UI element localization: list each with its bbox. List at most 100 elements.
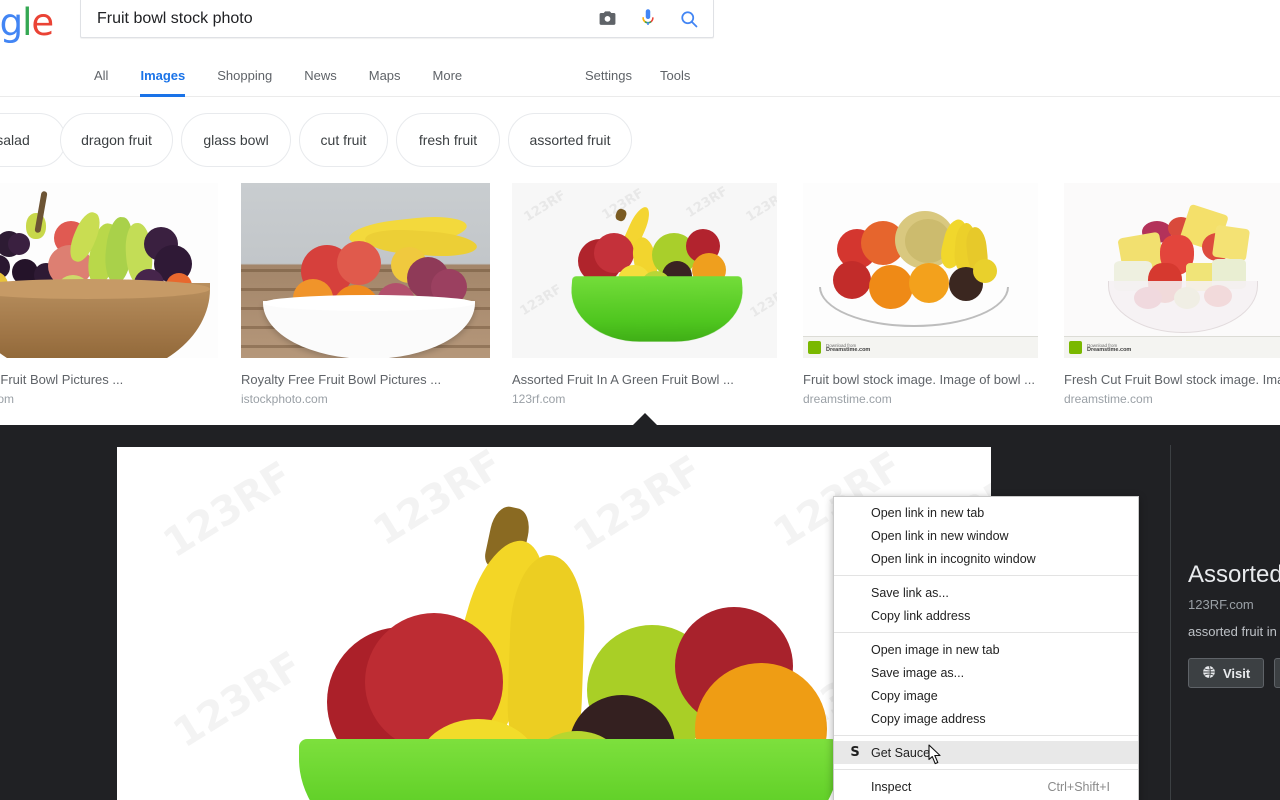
fruit-shape <box>614 207 628 223</box>
result-thumbnail[interactable]: Download from Dreamstime.com <box>803 183 1038 358</box>
result-thumbnail[interactable] <box>0 183 218 358</box>
search-input[interactable] <box>97 0 587 37</box>
chip-glass-bowl[interactable]: glass bowl <box>181 113 291 167</box>
dreamstime-logo <box>808 341 821 354</box>
menu-item-copy-link-address[interactable]: Copy link address <box>834 604 1138 627</box>
tab-settings[interactable]: Settings <box>585 56 632 97</box>
menu-item-label: Get Sauce <box>871 745 931 760</box>
image-title: Assorted <box>1188 561 1280 588</box>
image-result-2[interactable]: Royalty Free Fruit Bowl Pictures ... isto… <box>241 183 490 407</box>
chip-cut-fruit[interactable]: cut fruit <box>299 113 388 167</box>
result-thumbnail[interactable]: Download from Dreamstime.com <box>1064 183 1280 358</box>
tab-images[interactable]: Images <box>140 56 201 97</box>
fruit-shape <box>973 259 997 283</box>
menu-item-open-link-in-new-tab[interactable]: Open link in new tab <box>834 501 1138 524</box>
menu-item-label: Copy image address <box>871 711 986 726</box>
menu-item-get-sauce[interactable]: S Get Sauce <box>834 741 1138 764</box>
result-title: Fresh Cut Fruit Bowl stock image. Imag <box>1064 372 1280 387</box>
menu-item-label: Open link in incognito window <box>871 551 1036 566</box>
nav-primary: All Images Shopping News Maps More <box>94 56 494 97</box>
fruit-shape <box>8 233 30 255</box>
result-source: istockphoto.com <box>241 392 328 406</box>
logo-letter-2: l <box>22 1 32 44</box>
page-header: ogle <box>0 0 1280 97</box>
watermark: 123RF <box>743 187 777 226</box>
camera-icon[interactable] <box>598 9 617 28</box>
chip-assorted-fruit[interactable]: assorted fruit <box>508 113 632 167</box>
dreamstime-text: Download from Dreamstime.com <box>1087 342 1132 353</box>
dreamstime-watermark-bar: Download from Dreamstime.com <box>1064 336 1280 358</box>
image-results-grid: ree Fruit Bowl Pictures ... to.com Royalty… <box>0 183 1280 423</box>
dreamstime-watermark-bar: Download from Dreamstime.com <box>803 336 1038 358</box>
tab-more[interactable]: More <box>433 56 479 97</box>
logo-letter-1: g <box>0 1 23 44</box>
result-source: dreamstime.com <box>1064 392 1153 406</box>
menu-item-inspect[interactable]: Inspect Ctrl+Shift+I <box>834 775 1138 798</box>
chip-dragon-fruit[interactable]: dragon fruit <box>60 113 173 167</box>
watermark: 123RF <box>521 187 569 226</box>
image-result-4[interactable]: Download from Dreamstime.com Fruit bowl st… <box>803 183 1038 407</box>
menu-item-label: Open image in new tab <box>871 642 1000 657</box>
menu-item-copy-image[interactable]: Copy image <box>834 684 1138 707</box>
menu-item-copy-image-address[interactable]: Copy image address <box>834 707 1138 730</box>
green-bowl <box>567 276 747 342</box>
logo-letter-3: e <box>31 1 54 44</box>
result-source: dreamstime.com <box>803 392 892 406</box>
menu-item-label: Copy image <box>871 688 938 703</box>
google-logo[interactable]: ogle <box>0 2 78 44</box>
tab-maps[interactable]: Maps <box>369 56 417 97</box>
result-source: to.com <box>0 392 15 406</box>
menu-item-shortcut: Ctrl+Shift+I <box>1047 779 1110 794</box>
search-icon[interactable] <box>679 9 699 29</box>
image-result-5[interactable]: Download from Dreamstime.com Fresh Cut Fru… <box>1064 183 1280 407</box>
visit-button[interactable]: Visit <box>1188 658 1265 688</box>
menu-item-label: Open link in new tab <box>871 505 985 520</box>
visit-label: Visit <box>1223 665 1251 681</box>
menu-item-label: Inspect <box>871 779 912 794</box>
menu-item-open-link-in-incognito-window[interactable]: Open link in incognito window <box>834 547 1138 570</box>
tab-tools[interactable]: Tools <box>660 56 690 97</box>
menu-item-label: Open link in new window <box>871 528 1009 543</box>
result-title: Royalty Free Fruit Bowl Pictures ... <box>241 372 442 387</box>
search-bar[interactable] <box>80 0 714 38</box>
image-result-3[interactable]: 123RF123RF123RF123RF123RF123RF123RF123RF… <box>512 183 777 407</box>
result-title: Assorted Fruit In A Green Fruit Bowl ... <box>512 372 734 387</box>
menu-item-open-image-in-new-tab[interactable]: Open image in new tab <box>834 638 1138 661</box>
result-title: ree Fruit Bowl Pictures ... <box>0 372 124 387</box>
dreamstime-logo <box>1069 341 1082 354</box>
watermark: 123RF <box>747 283 777 322</box>
tab-shopping[interactable]: Shopping <box>217 56 288 97</box>
image-description: assorted fruit in <box>1188 624 1277 639</box>
menu-separator <box>834 735 1138 736</box>
nav-secondary: Settings Tools <box>585 56 718 97</box>
navigation-tabs: All Images Shopping News Maps More Settings To… <box>0 56 1280 97</box>
menu-separator <box>834 769 1138 770</box>
viewer-vertical-divider <box>1170 445 1171 800</box>
menu-separator <box>834 575 1138 576</box>
viewer-pointer-arrow <box>633 413 657 425</box>
menu-item-save-link-as[interactable]: Save link as... <box>834 581 1138 604</box>
watermark: 123RF <box>155 452 301 568</box>
result-thumbnail[interactable] <box>241 183 490 358</box>
image-info-panel: Assorted 123RF.com assorted fruit in Vis… <box>1188 560 1280 688</box>
context-menu[interactable]: Open link in new tab Open link in new win… <box>833 496 1139 800</box>
mouse-cursor <box>928 744 942 765</box>
bookmark-button[interactable] <box>1274 658 1280 688</box>
image-result-1[interactable]: ree Fruit Bowl Pictures ... to.com <box>0 183 218 407</box>
result-thumbnail[interactable]: 123RF123RF123RF123RF123RF123RF123RF123RF <box>512 183 777 358</box>
menu-separator <box>834 632 1138 633</box>
chip-fresh-fruit[interactable]: fresh fruit <box>396 113 500 167</box>
microphone-icon[interactable] <box>639 8 657 30</box>
chip-salad[interactable]: salad <box>0 113 66 167</box>
image-source-site: 123RF.com <box>1188 597 1254 612</box>
tab-news[interactable]: News <box>304 56 353 97</box>
menu-item-label: Copy link address <box>871 608 971 623</box>
fruit-shape <box>337 241 381 285</box>
menu-item-save-image-as[interactable]: Save image as... <box>834 661 1138 684</box>
menu-item-open-link-in-new-window[interactable]: Open link in new window <box>834 524 1138 547</box>
tab-all[interactable]: All <box>94 56 124 97</box>
globe-icon <box>1202 665 1216 682</box>
watermark: 123RF <box>565 447 711 562</box>
watermark: 123RF <box>517 281 565 320</box>
green-bowl <box>299 739 839 800</box>
